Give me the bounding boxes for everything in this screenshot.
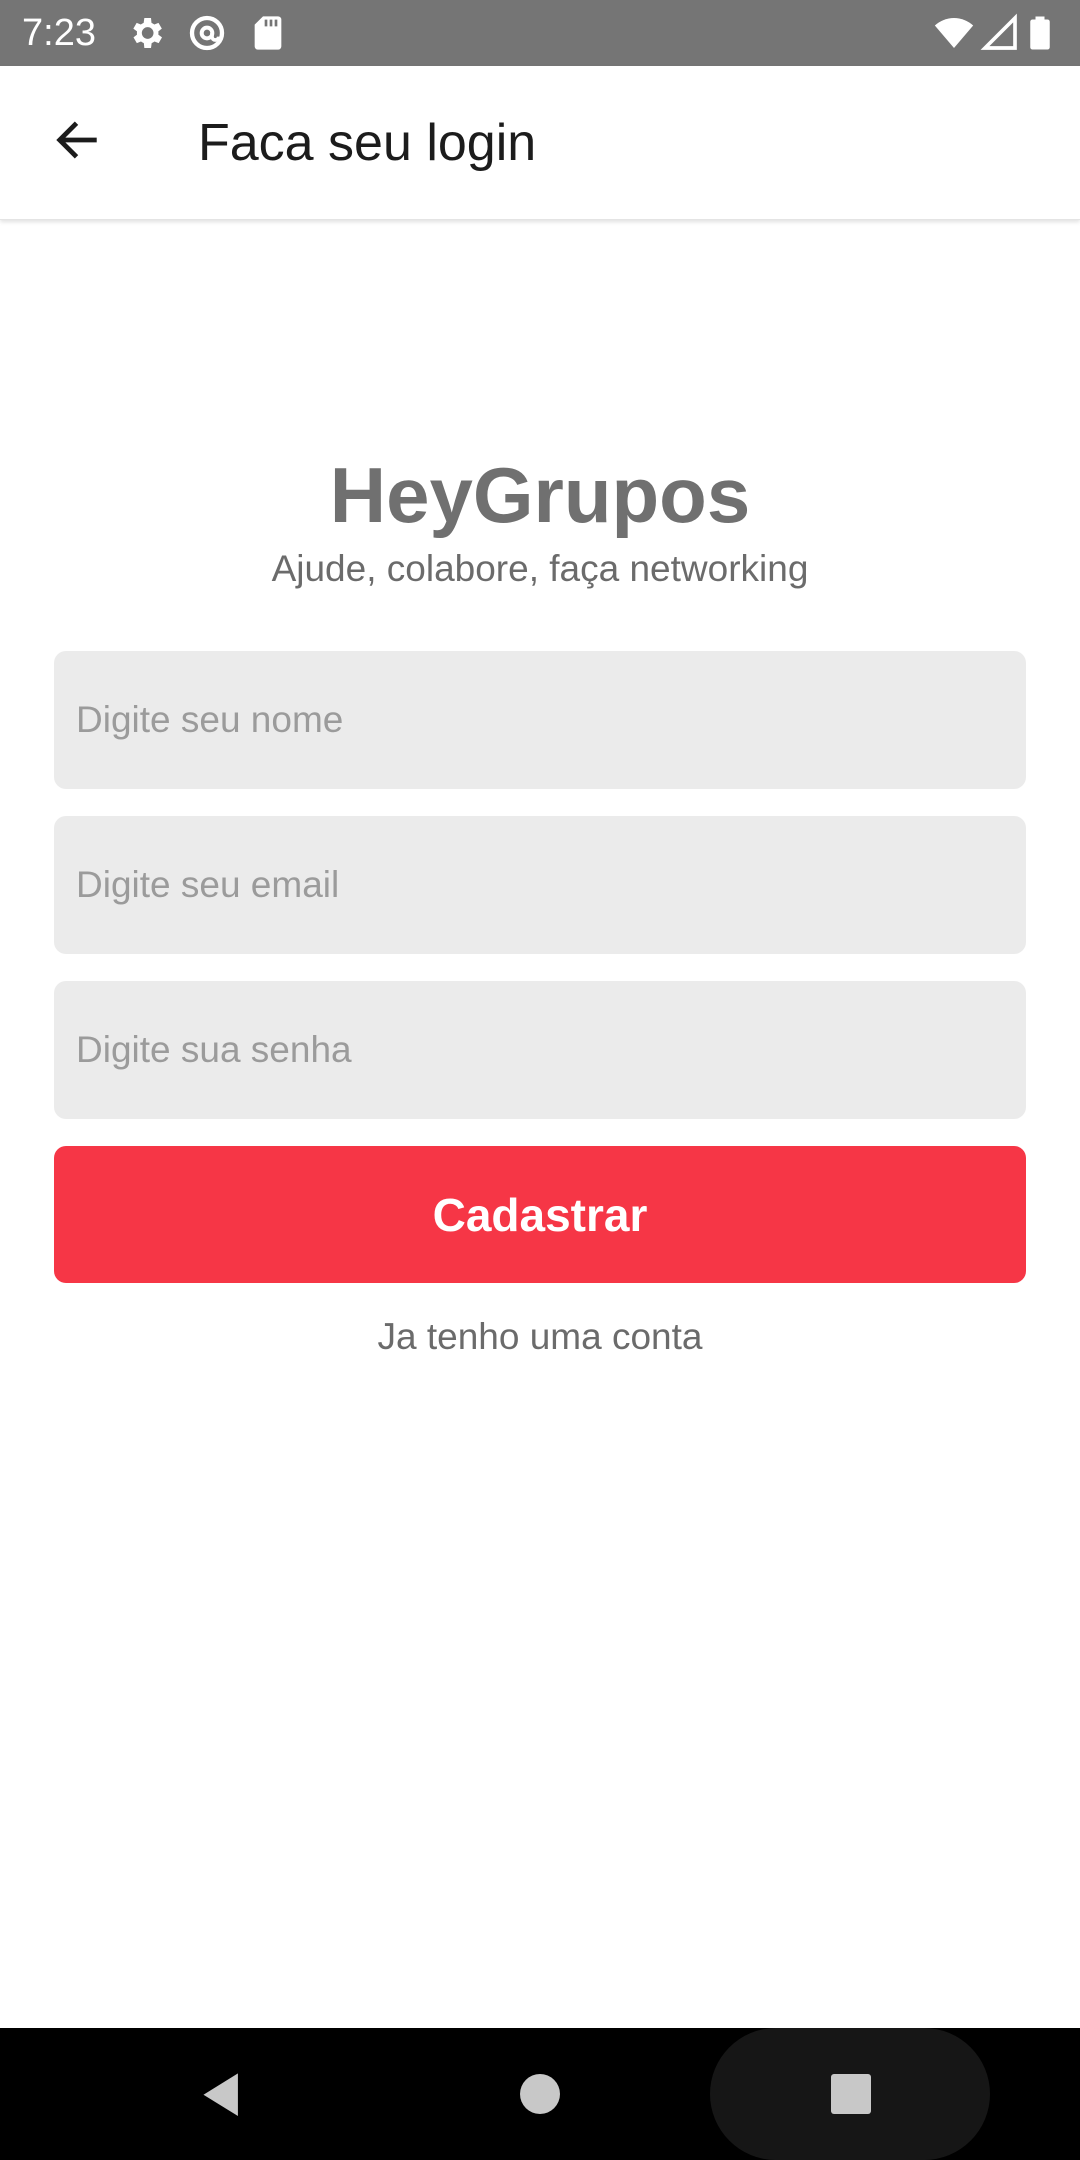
back-triangle-icon xyxy=(203,2073,238,2117)
home-circle-icon xyxy=(520,2074,560,2114)
register-button[interactable]: Cadastrar xyxy=(54,1146,1026,1283)
have-account-link[interactable]: Ja tenho uma conta xyxy=(0,1316,1080,1358)
name-field[interactable] xyxy=(54,651,1026,789)
status-time: 7:23 xyxy=(22,12,96,54)
sd-card-icon xyxy=(248,13,288,53)
arrow-left-icon xyxy=(56,121,97,159)
at-sign-icon xyxy=(187,13,227,53)
brand-subtitle: Ajude, colabore, faça networking xyxy=(271,548,809,589)
status-bar: 7:23 xyxy=(0,0,1080,66)
nav-recents-button[interactable] xyxy=(826,2066,876,2122)
screen: 7:23 Faca seu login HeyGrupos Ajude, col… xyxy=(0,0,1080,2160)
recents-square-icon xyxy=(831,2074,871,2114)
email-field[interactable] xyxy=(54,816,1026,954)
password-field[interactable] xyxy=(54,981,1026,1119)
cell-signal-icon xyxy=(980,13,1020,53)
nav-back-button[interactable] xyxy=(196,2066,256,2126)
nav-home-button[interactable] xyxy=(512,2066,568,2122)
wifi-icon xyxy=(934,13,974,53)
back-button[interactable] xyxy=(40,103,114,177)
app-bar: Faca seu login xyxy=(0,66,1080,220)
page-title: Faca seu login xyxy=(198,114,537,172)
brand-title: HeyGrupos xyxy=(329,451,751,539)
battery-icon xyxy=(1028,13,1062,53)
gear-icon xyxy=(126,13,166,53)
